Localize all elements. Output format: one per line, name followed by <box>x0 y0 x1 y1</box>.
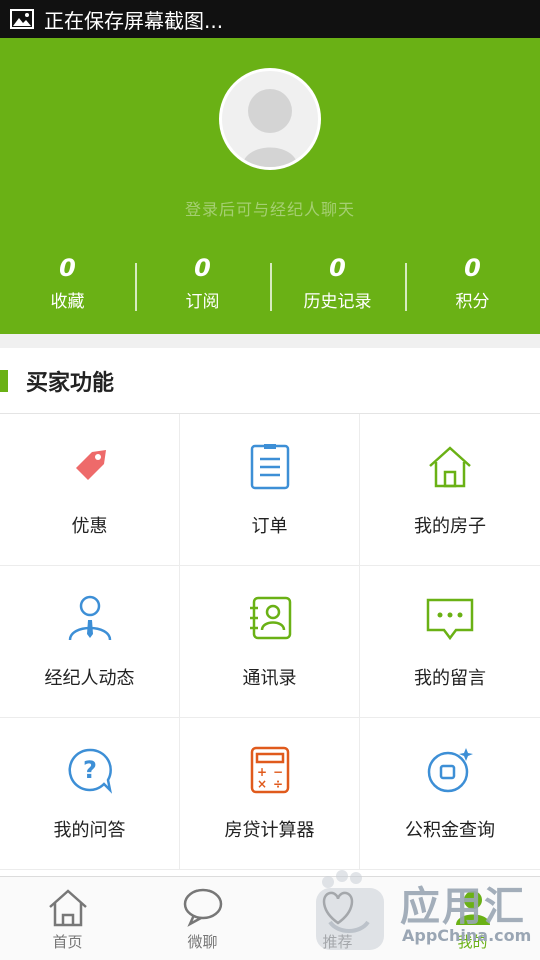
feature-housing-fund-query[interactable]: 公积金查询 <box>360 718 540 870</box>
stats-row: 0 收藏 0 订阅 0 历史记录 0 积分 <box>0 253 540 313</box>
feature-label: 我的房子 <box>414 516 486 537</box>
feature-label: 我的问答 <box>53 820 126 841</box>
section-accent-bar <box>0 369 8 392</box>
stat-value: 0 <box>59 254 76 282</box>
section-divider <box>0 334 540 348</box>
feature-label: 经纪人动态 <box>44 668 135 689</box>
chat-icon <box>183 888 222 927</box>
house-icon <box>429 446 471 488</box>
bottom-tab-bar: 首页 微聊 推荐 我的 <box>0 876 540 960</box>
tab-home[interactable]: 首页 <box>0 877 135 960</box>
avatar-placeholder-icon <box>222 71 318 167</box>
feature-label: 公积金查询 <box>405 820 495 841</box>
feature-my-qa[interactable]: ? 我的问答 <box>0 718 180 870</box>
tab-recommend[interactable]: 推荐 <box>270 877 405 960</box>
stat-value: 0 <box>329 254 346 282</box>
tab-label: 首页 <box>52 933 83 951</box>
tab-label: 推荐 <box>322 933 353 951</box>
stat-value: 0 <box>464 254 481 282</box>
contacts-icon <box>249 596 291 640</box>
feature-mortgage-calculator[interactable]: + − × ÷ 房贷计算器 <box>180 718 360 870</box>
stat-label: 历史记录 <box>303 292 372 312</box>
svg-text:?: ? <box>83 756 97 784</box>
image-icon <box>10 9 34 29</box>
stat-favorites[interactable]: 0 收藏 <box>0 253 135 313</box>
stat-label: 积分 <box>455 292 490 312</box>
fund-query-icon <box>427 748 473 793</box>
tab-label: 我的 <box>457 933 488 951</box>
feature-agent-updates[interactable]: 经纪人动态 <box>0 566 180 718</box>
stat-history[interactable]: 0 历史记录 <box>270 253 405 313</box>
feature-my-messages[interactable]: 我的留言 <box>360 566 540 718</box>
message-icon <box>426 598 474 641</box>
agent-icon <box>68 595 111 641</box>
tab-label: 微聊 <box>187 933 218 951</box>
tab-profile[interactable]: 我的 <box>405 877 540 960</box>
stat-label: 订阅 <box>185 292 220 312</box>
feature-label: 我的留言 <box>414 668 486 689</box>
stat-label: 收藏 <box>50 292 85 312</box>
tag-icon <box>75 450 106 480</box>
feature-label: 房贷计算器 <box>224 820 315 841</box>
feature-orders[interactable]: 订单 <box>180 414 360 566</box>
clipboard-icon <box>250 444 289 490</box>
home-icon <box>48 889 87 927</box>
login-hint[interactable]: 登录后可与经纪人聊天 <box>0 196 540 220</box>
profile-header: 登录后可与经纪人聊天 0 收藏 0 订阅 0 历史记录 0 积分 <box>0 38 540 334</box>
tab-chat[interactable]: 微聊 <box>135 877 270 960</box>
status-bar: 正在保存屏幕截图... <box>0 0 540 38</box>
feature-discounts[interactable]: 优惠 <box>0 414 180 566</box>
section-header: 买家功能 <box>0 348 540 414</box>
feature-my-house[interactable]: 我的房子 <box>360 414 540 566</box>
calculator-icon: + − × ÷ <box>250 746 289 794</box>
question-icon: ? <box>67 748 112 794</box>
stat-points[interactable]: 0 积分 <box>405 253 540 313</box>
stat-value: 0 <box>194 254 211 282</box>
feature-contacts[interactable]: 通讯录 <box>180 566 360 718</box>
feature-label: 通讯录 <box>242 668 297 689</box>
profile-icon <box>455 891 490 925</box>
feature-label: 订单 <box>251 516 288 537</box>
svg-text:×: × <box>256 777 266 791</box>
svg-text:÷: ÷ <box>272 777 282 791</box>
recommend-icon <box>322 891 353 925</box>
feature-grid: 优惠 订单 我的房子 经纪人动态 通讯录 我的留言 ? 我的问答 + − × ÷… <box>0 414 540 870</box>
feature-label: 优惠 <box>71 516 108 537</box>
section-title: 买家功能 <box>26 370 115 396</box>
stat-subscriptions[interactable]: 0 订阅 <box>135 253 270 313</box>
status-notification: 正在保存屏幕截图... <box>44 8 224 33</box>
avatar[interactable] <box>219 68 321 170</box>
